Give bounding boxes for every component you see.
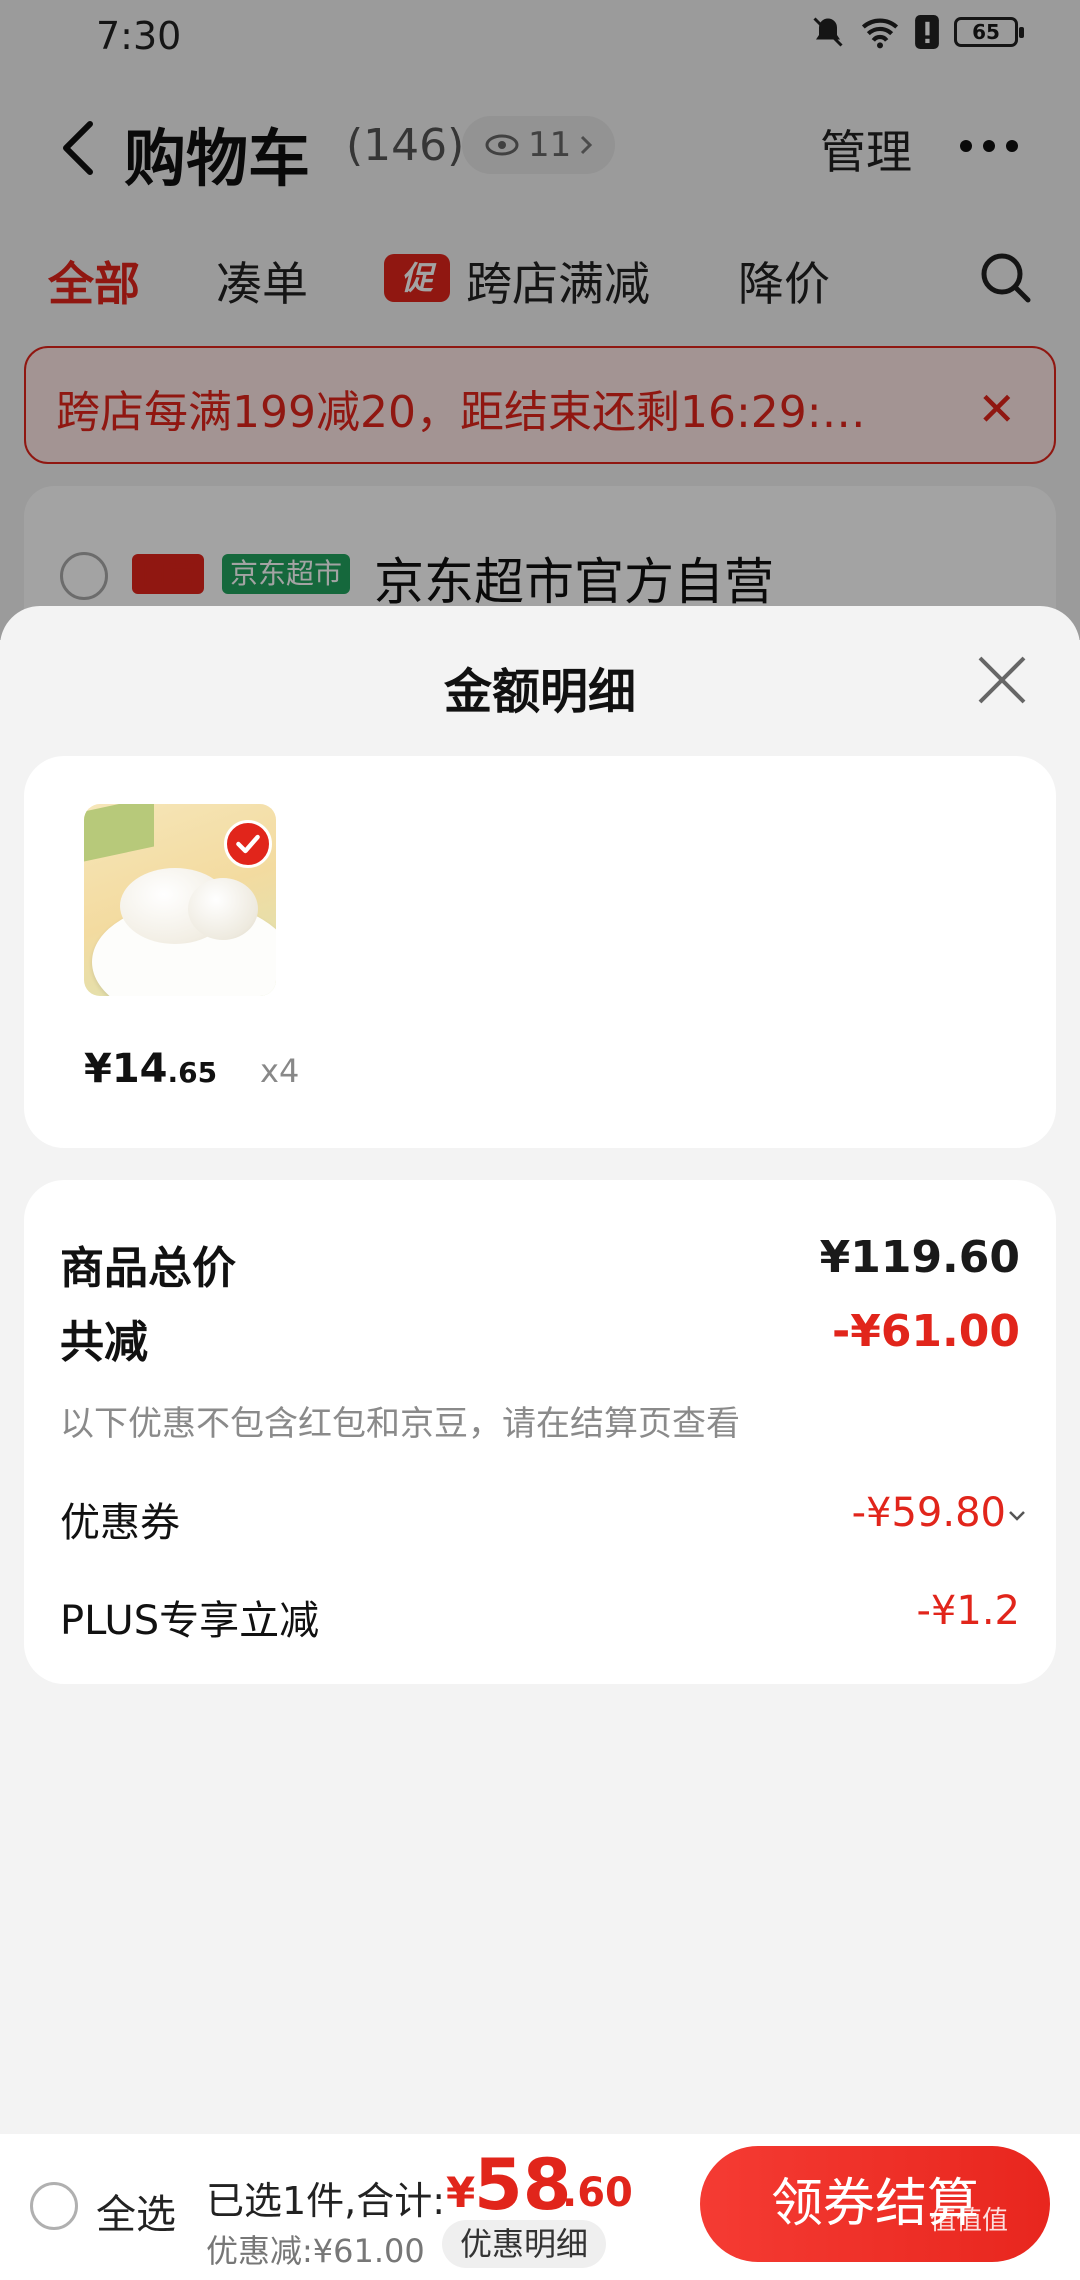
watermark: 值值值 — [930, 2206, 1009, 2236]
select-all-label[interactable]: 全选 — [96, 2182, 176, 2240]
coupon-value[interactable]: -¥59.80 — [852, 1490, 1006, 1536]
close-icon[interactable] — [976, 654, 1028, 706]
selected-count-text: 已选1件,合计: — [206, 2179, 446, 2223]
product-price: ¥14.65 — [84, 1046, 218, 1092]
sheet-title: 金额明细 — [443, 664, 636, 720]
discount-detail-button[interactable]: 优惠明细 — [442, 2220, 607, 2268]
plus-discount-label: PLUS专享立减 — [60, 1598, 320, 1644]
total-price-label: 商品总价 — [60, 1243, 236, 1294]
chevron-down-icon[interactable] — [1008, 1510, 1026, 1522]
total-amount-decimal: .60 — [562, 2170, 633, 2216]
select-all-checkbox[interactable] — [30, 2182, 78, 2230]
discount-amount-text: 优惠减:¥61.00 — [206, 2232, 425, 2270]
price-summary-card: 商品总价 ¥119.60 共减 -¥61.00 以下优惠不包含红包和京豆，请在结… — [24, 1180, 1056, 1684]
product-card: ¥14.65 x4 — [24, 756, 1056, 1148]
amount-detail-sheet: 金额明细 ¥14.65 x4 商品总价 ¥119.60 共减 -¥61.00 以… — [0, 606, 1080, 2134]
modal-overlay[interactable] — [0, 0, 1080, 640]
checkout-bar: 全选 已选1件,合计: ¥ 58 .60 优惠减:¥61.00 优惠明细 领券结… — [0, 2134, 1080, 2280]
total-reduction-label: 共减 — [60, 1317, 148, 1368]
total-amount-integer: 58 — [474, 2144, 572, 2226]
total-price-value: ¥119.60 — [819, 1232, 1020, 1283]
total-currency: ¥ — [446, 2168, 476, 2217]
plus-discount-value: -¥1.2 — [916, 1588, 1021, 1634]
cart-page-background: 7:30 65 购物车 (146) 11 管理 全部 凑单 促 跨店满减 降价 … — [0, 0, 1080, 656]
product-quantity: x4 — [260, 1052, 300, 1090]
coupon-label: 优惠券 — [60, 1500, 180, 1546]
total-reduction-value: -¥61.00 — [831, 1306, 1020, 1357]
reduction-note: 以下优惠不包含红包和京豆，请在结算页查看 — [60, 1404, 740, 1444]
selected-check-icon — [224, 820, 272, 868]
